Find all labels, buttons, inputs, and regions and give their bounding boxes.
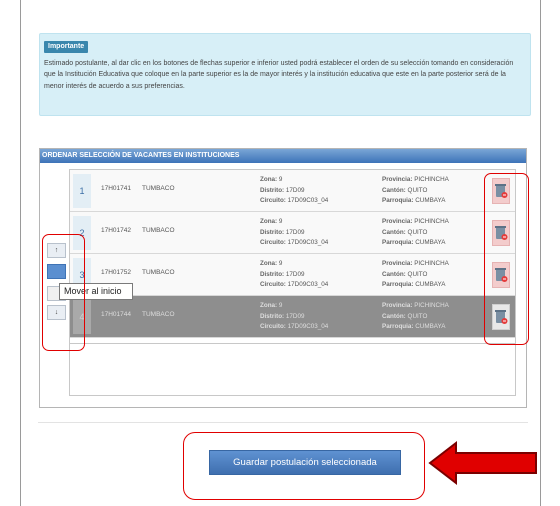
info-notice: Importante Estimado postulante, al dar c… [39,33,531,116]
institution-code: 17H01741 [101,185,131,192]
page: { "notice": { "badge": "Importante", "te… [0,0,560,506]
table-row[interactable]: 3 17H01752 TUMBACO Zona: 9 Distrito: 17D… [70,254,515,296]
divider [38,422,528,423]
table-row[interactable]: 2 17H01742 TUMBACO Zona: 9 Distrito: 17D… [70,212,515,254]
location-zone-info: Zona: 9 Distrito: 17D09 Circuito: 17D09C… [260,176,329,204]
institution-code: 17H01742 [101,227,131,234]
institution-name: TUMBACO [142,185,175,192]
notice-badge: Importante [44,41,89,53]
location-province-info: Provincia: PICHINCHA Cantón: QUITO Parro… [382,260,449,288]
location-zone-info: Zona: 9 Distrito: 17D09 Circuito: 17D09C… [260,260,329,288]
institution-name: TUMBACO [142,269,175,276]
institution-list-empty-area [69,344,516,396]
institution-name: TUMBACO [142,227,175,234]
highlight-delete-buttons [484,173,529,345]
frame-left-border [20,0,21,506]
institution-code: 17H01752 [101,269,131,276]
row-order-number: 1 [73,174,91,208]
panel-title: ORDENAR SELECCIÓN DE VACANTES EN INSTITU… [40,149,526,163]
institution-code: 17H01744 [101,311,131,318]
highlight-order-buttons [42,234,85,351]
location-zone-info: Zona: 9 Distrito: 17D09 Circuito: 17D09C… [260,218,329,246]
institution-name: TUMBACO [142,311,175,318]
location-zone-info: Zona: 9 Distrito: 17D09 Circuito: 17D09C… [260,302,329,330]
frame-right-border [540,0,541,506]
table-row[interactable]: 1 17H01741 TUMBACO Zona: 9 Distrito: 17D… [70,170,515,212]
save-application-button[interactable]: Guardar postulación seleccionada [209,450,401,475]
arrow-left-icon [428,440,537,486]
location-province-info: Provincia: PICHINCHA Cantón: QUITO Parro… [382,302,449,330]
notice-text: Estimado postulante, al dar clic en los … [44,60,514,90]
table-row-selected[interactable]: 4 17H01744 TUMBACO Zona: 9 Distrito: 17D… [70,296,515,338]
location-province-info: Provincia: PICHINCHA Cantón: QUITO Parro… [382,176,449,204]
location-province-info: Provincia: PICHINCHA Cantón: QUITO Parro… [382,218,449,246]
